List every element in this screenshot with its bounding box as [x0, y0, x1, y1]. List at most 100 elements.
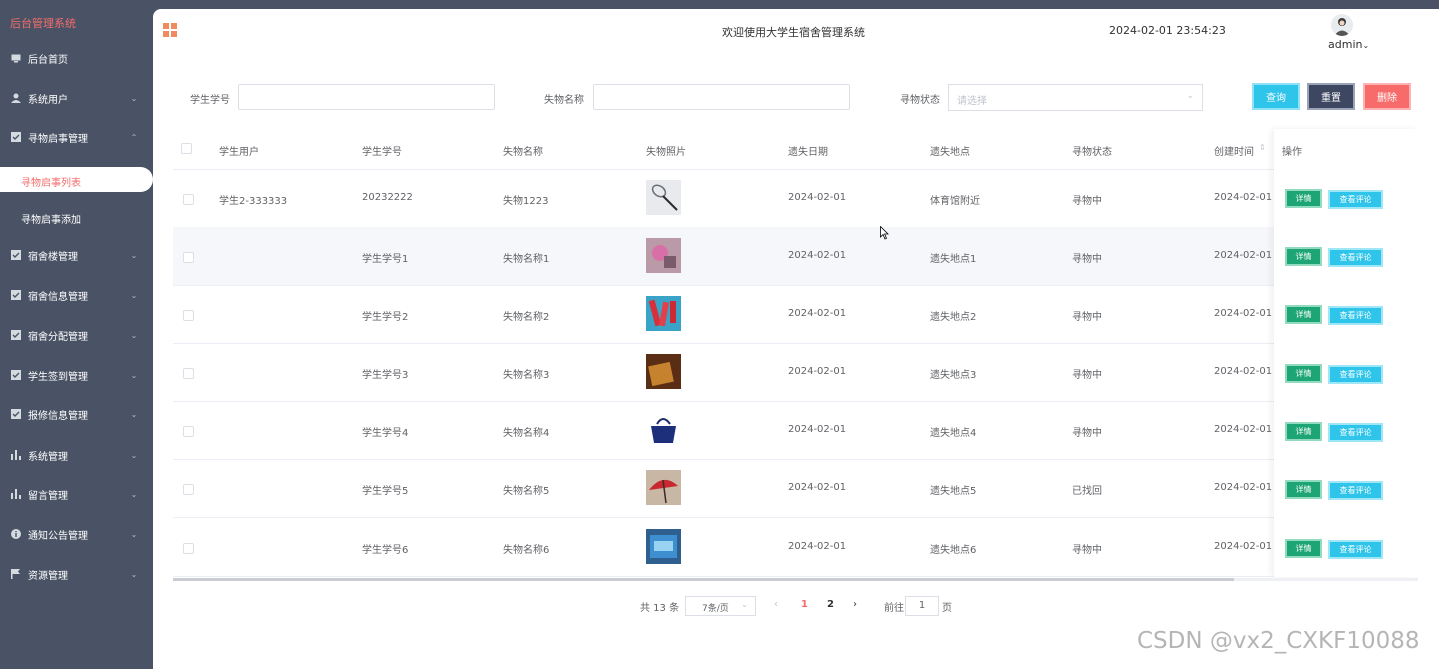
- chevron-down-icon: ⌄: [130, 290, 138, 300]
- student-no-label: 学生学号: [190, 95, 230, 106]
- prev-page-icon[interactable]: ‹: [774, 599, 778, 610]
- page-number-2[interactable]: 2: [827, 599, 834, 610]
- col-header-created[interactable]: 创建时间: [1214, 143, 1254, 158]
- cell-item-name: 失物名称1: [503, 254, 550, 265]
- page-size-select[interactable]: 7条/页 ⌄: [685, 596, 756, 616]
- detail-button[interactable]: 详情: [1285, 539, 1322, 558]
- item-name-input[interactable]: [593, 84, 850, 110]
- sidebar-item-lost-found[interactable]: 寻物启事管理 ⌃: [0, 122, 153, 152]
- sidebar-item-notices[interactable]: 通知公告管理 ⌄: [0, 519, 153, 549]
- view-comments-button[interactable]: 查看评论: [1328, 481, 1383, 500]
- sidebar-item-system-users[interactable]: 系统用户 ⌄: [0, 83, 153, 113]
- checkbox-icon: [10, 370, 21, 381]
- row-checkbox[interactable]: [183, 194, 194, 205]
- view-comments-button[interactable]: 查看评论: [1328, 423, 1383, 442]
- sidebar-item-dorm-allocation[interactable]: 宿舍分配管理 ⌄: [0, 320, 153, 350]
- item-photo-6[interactable]: [646, 529, 681, 564]
- chevron-down-icon: ⌄: [741, 600, 748, 609]
- username: admin: [1328, 38, 1363, 51]
- col-header-photo: 失物照片: [646, 147, 686, 158]
- checkbox-icon: [10, 290, 21, 301]
- table-row: 学生2-333333 20232222 失物1223 2024-02-01 体育…: [173, 169, 1418, 228]
- cell-item-name: 失物1223: [503, 196, 549, 207]
- cell-status: 寻物中: [1072, 312, 1102, 323]
- row-checkbox[interactable]: [183, 368, 194, 379]
- cell-lost-place: 遗失地点6: [930, 545, 977, 556]
- sidebar-item-student-checkin[interactable]: 学生签到管理 ⌄: [0, 360, 153, 390]
- col-header-status: 寻物状态: [1072, 147, 1112, 158]
- row-checkbox[interactable]: [183, 543, 194, 554]
- flag-icon: [10, 569, 21, 580]
- detail-button[interactable]: 详情: [1285, 422, 1322, 441]
- menu-toggle-icon[interactable]: [163, 23, 177, 37]
- query-button[interactable]: 查询: [1252, 83, 1300, 110]
- view-comments-button[interactable]: 查看评论: [1328, 306, 1383, 325]
- col-header-lost-place: 遗失地点: [930, 147, 970, 158]
- cell-status: 已找回: [1072, 486, 1102, 497]
- view-comments-button[interactable]: 查看评论: [1328, 540, 1383, 559]
- cell-lost-place: 遗失地点3: [930, 370, 977, 381]
- goto-page-input[interactable]: 1: [905, 596, 939, 616]
- submenu-item-lost-found-add[interactable]: 寻物启事添加: [21, 211, 81, 226]
- sidebar-item-system-management[interactable]: 系统管理 ⌄: [0, 440, 153, 470]
- view-comments-button[interactable]: 查看评论: [1328, 365, 1383, 384]
- cell-lost-place: 体育馆附近: [930, 196, 980, 207]
- sidebar-item-resources[interactable]: 资源管理 ⌄: [0, 559, 153, 589]
- scrollbar-thumb[interactable]: [173, 578, 1234, 581]
- user-menu[interactable]: admin⌄: [1328, 38, 1369, 51]
- brand-title: 后台管理系统: [10, 17, 76, 30]
- sidebar-item-dorm-building[interactable]: 宿舍楼管理 ⌄: [0, 240, 153, 270]
- page-size-value: 7条/页: [702, 604, 729, 614]
- detail-button[interactable]: 详情: [1285, 364, 1322, 383]
- item-photo-4[interactable]: [646, 412, 681, 447]
- detail-button[interactable]: 详情: [1285, 189, 1322, 208]
- submenu-item-lost-found-list[interactable]: 寻物启事列表: [0, 167, 153, 192]
- item-photo-2[interactable]: [646, 296, 681, 331]
- reset-button[interactable]: 重置: [1307, 83, 1355, 110]
- status-select[interactable]: 请选择 ⌄: [948, 84, 1203, 111]
- detail-button[interactable]: 详情: [1285, 305, 1322, 324]
- item-photo-5[interactable]: [646, 470, 681, 505]
- row-checkbox[interactable]: [183, 252, 194, 263]
- view-comments-button[interactable]: 查看评论: [1328, 248, 1383, 267]
- row-checkbox[interactable]: [183, 484, 194, 495]
- sidebar-item-dorm-info[interactable]: 宿舍信息管理 ⌄: [0, 280, 153, 310]
- sidebar-item-label: 学生签到管理: [28, 371, 88, 383]
- item-name-label: 失物名称: [544, 95, 584, 106]
- sidebar-item-home[interactable]: 后台首页: [0, 43, 153, 73]
- table-row: 学生学号2 失物名称2 2024-02-01 遗失地点2 寻物中 2024-02…: [173, 285, 1418, 344]
- sort-icon[interactable]: ⇕: [1259, 143, 1266, 152]
- item-photo-racket[interactable]: [646, 180, 681, 215]
- page-number-1[interactable]: 1: [801, 599, 808, 610]
- detail-button[interactable]: 详情: [1285, 480, 1322, 499]
- item-photo-3[interactable]: [646, 354, 681, 389]
- row-checkbox[interactable]: [183, 426, 194, 437]
- chevron-down-icon: ⌄: [130, 529, 138, 539]
- checkbox-icon: [10, 409, 21, 420]
- sidebar-item-label: 寻物启事管理: [28, 133, 88, 145]
- cell-student-no: 学生学号6: [362, 545, 409, 556]
- checkbox-icon: [10, 132, 21, 143]
- sidebar-item-repair-info[interactable]: 报修信息管理 ⌄: [0, 399, 153, 429]
- select-all-checkbox[interactable]: [181, 143, 192, 154]
- sidebar-item-label: 宿舍分配管理: [28, 331, 88, 343]
- view-comments-button[interactable]: 查看评论: [1328, 190, 1383, 209]
- cell-user: 学生2-333333: [219, 196, 288, 207]
- student-no-input[interactable]: [238, 84, 495, 110]
- next-page-icon[interactable]: ›: [853, 599, 857, 610]
- cell-lost-date: 2024-02-01: [788, 308, 847, 319]
- horizontal-scrollbar[interactable]: [173, 578, 1418, 581]
- col-header-student-no: 学生学号: [362, 147, 402, 158]
- cell-status: 寻物中: [1072, 196, 1102, 207]
- detail-button[interactable]: 详情: [1285, 247, 1322, 266]
- item-photo-1[interactable]: [646, 238, 681, 273]
- cell-student-no: 学生学号1: [362, 254, 409, 265]
- bar-chart-icon: [10, 489, 21, 500]
- row-checkbox[interactable]: [183, 310, 194, 321]
- sidebar-item-messages[interactable]: 留言管理 ⌄: [0, 479, 153, 509]
- col-header-actions: 操作: [1282, 147, 1302, 158]
- page-suffix: 页: [942, 603, 952, 614]
- delete-button[interactable]: 删除: [1363, 83, 1411, 110]
- cell-item-name: 失物名称4: [503, 428, 550, 439]
- avatar[interactable]: [1331, 14, 1353, 36]
